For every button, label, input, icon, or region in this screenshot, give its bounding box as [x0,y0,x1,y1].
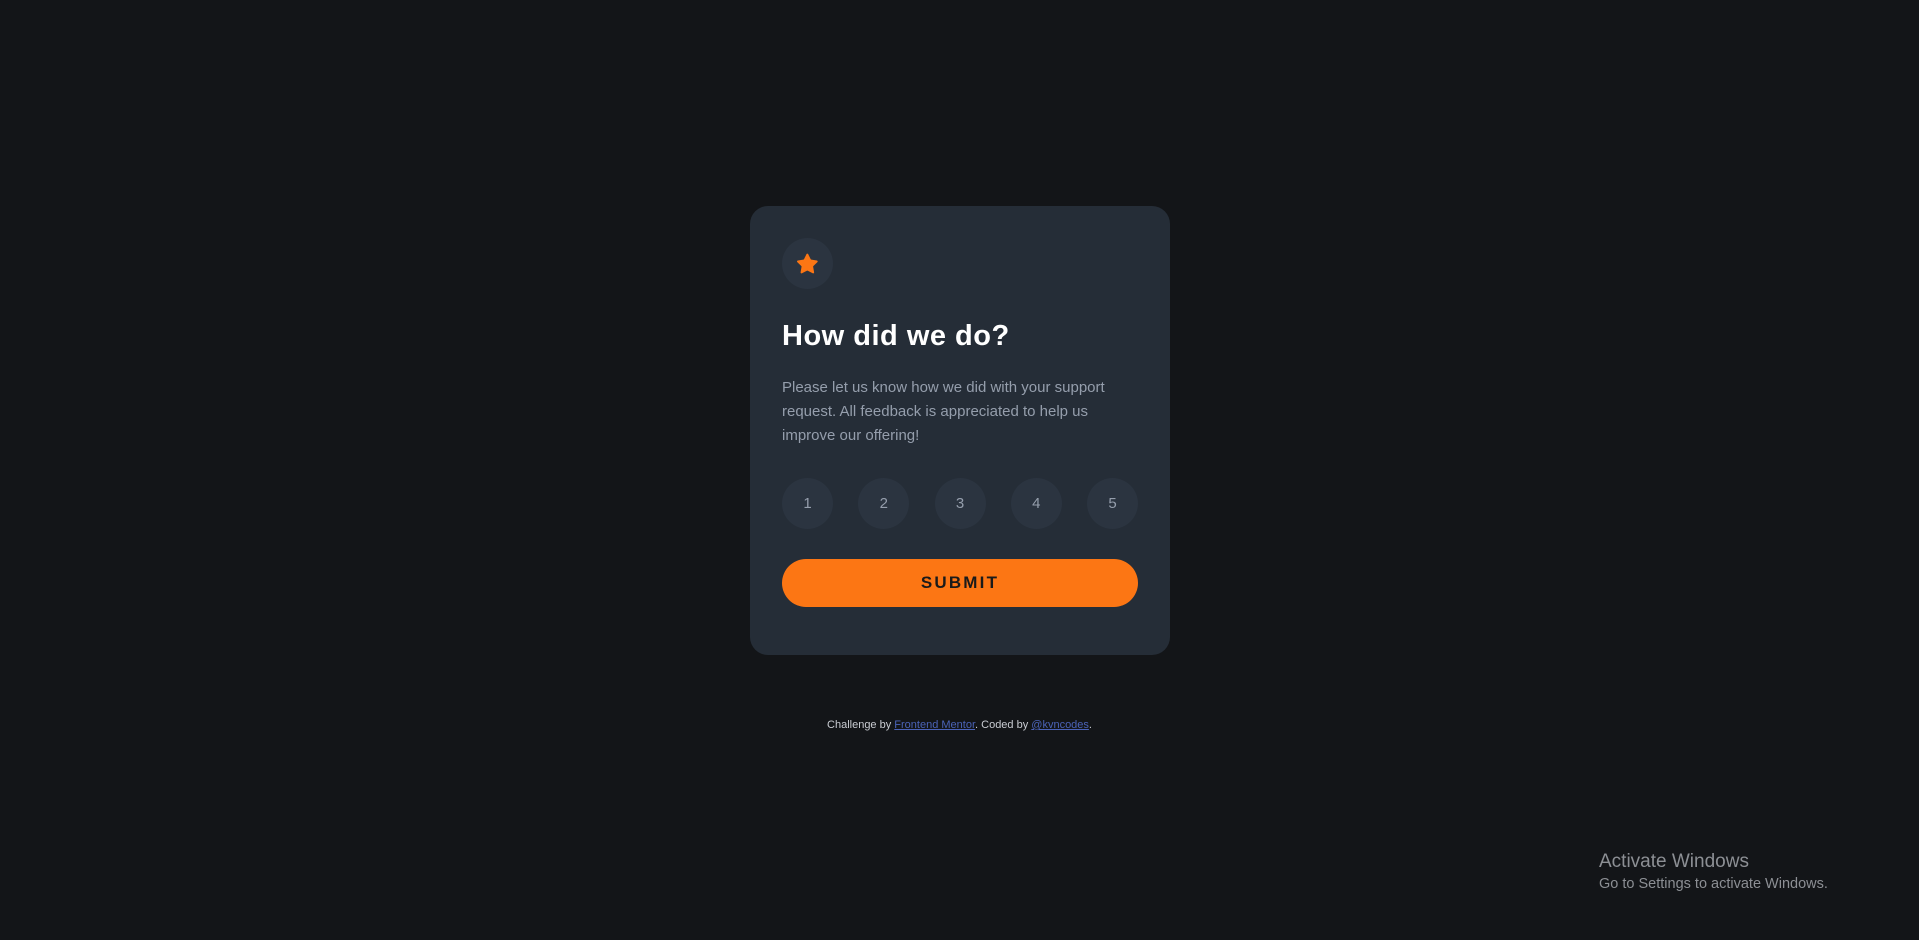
star-icon [797,253,818,274]
rating-option-2[interactable]: 2 [858,477,910,529]
attribution: Challenge by Frontend Mentor. Coded by @… [0,719,1919,731]
watermark-subtitle: Go to Settings to activate Windows. [1599,876,1828,892]
card-description: Please let us know how we did with your … [782,378,1105,444]
attribution-middle: . Coded by [975,719,1032,731]
rating-options: 1 2 3 4 5 [782,477,1138,529]
attribution-prefix: Challenge by [827,719,895,731]
rating-option-5[interactable]: 5 [1087,477,1138,529]
rating-option-4[interactable]: 4 [1010,477,1062,529]
frontend-mentor-link[interactable]: Frontend Mentor [894,719,975,731]
author-link[interactable]: @kvncodes [1031,719,1089,731]
card-title: How did we do? [782,320,1010,352]
rating-card: How did we do? Please let us know how we… [750,206,1170,655]
submit-button[interactable]: SUBMIT [782,558,1138,607]
activate-windows-watermark: Activate Windows Go to Settings to activ… [1599,850,1828,894]
attribution-suffix: . [1088,719,1092,731]
page: How did we do? Please let us know how we… [0,0,1919,940]
star-badge [782,238,833,289]
rating-option-1[interactable]: 1 [782,477,833,529]
watermark-title: Activate Windows [1599,851,1749,872]
rating-option-3[interactable]: 3 [934,477,986,529]
